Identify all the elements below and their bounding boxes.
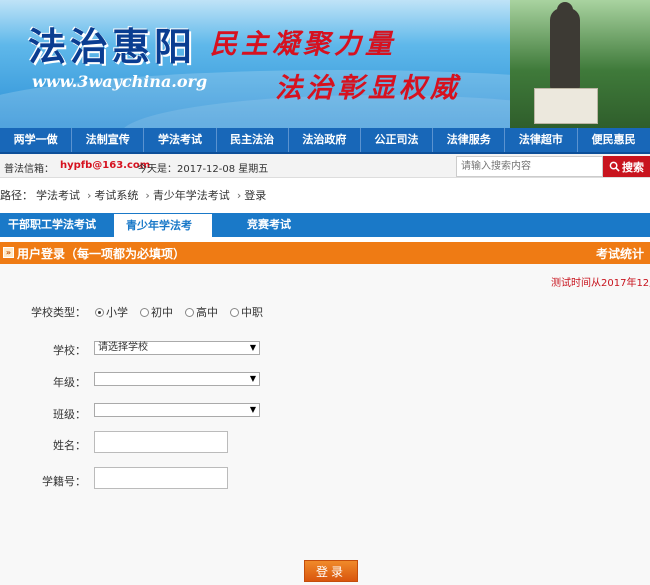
site-logo[interactable]: 法治惠阳 [28, 16, 196, 71]
radio-dot[interactable] [230, 307, 239, 317]
tab-staff-exam[interactable]: 干部职工学法考试 [0, 213, 113, 237]
statue-pedestal [534, 88, 598, 124]
search-icon [609, 161, 620, 172]
nav-item[interactable]: 法制宣传 [72, 128, 145, 152]
class-select[interactable]: ▼ [94, 403, 260, 417]
breadcrumb-item[interactable]: 青少年学法考试 [153, 189, 230, 202]
nav-item[interactable]: 民主法治 [217, 128, 289, 152]
dropdown-arrow-icon: ▼ [249, 374, 256, 383]
grade-label: 年级： [53, 376, 86, 389]
radio-junior-high[interactable]: 初中 [140, 304, 173, 320]
radio-senior-high[interactable]: 高中 [185, 304, 218, 320]
nav-item[interactable]: 学法考试 [144, 128, 217, 152]
statue-figure [550, 8, 580, 90]
school-label: 学校： [53, 344, 86, 357]
radio-label: 中职 [241, 306, 263, 319]
search-button-label: 搜索 [622, 160, 644, 174]
breadcrumb-item[interactable]: 考试系统 [94, 189, 138, 202]
nav-item[interactable]: 法治政府 [289, 128, 361, 152]
radio-dot[interactable] [140, 307, 149, 317]
grade-select[interactable]: ▼ [94, 372, 260, 386]
name-label: 姓名： [53, 439, 86, 452]
dropdown-arrow-icon: ▼ [249, 405, 256, 414]
chevron-right-icon: › [145, 189, 150, 202]
radio-primary-school[interactable]: 小学 [95, 304, 128, 320]
info-bar: 普法信箱： hypfb@163.com 今天是：2017-12-08 星期五 搜… [0, 154, 650, 178]
banner-slogan: 法治彰显权威 [275, 73, 461, 104]
breadcrumb: 路径： 学法考试 › 考试系统 › 青少年学法考试 › 登录 [0, 187, 269, 203]
main-nav: 两学一做 法制宣传 学法考试 民主法治 法治政府 公正司法 法律服务 法律超市 … [0, 128, 650, 154]
section-title: 用户登录（每一项都为必填项） [17, 247, 186, 261]
tab-competition[interactable]: 竞赛考试 [213, 213, 303, 237]
today-date: 今天是：2017-12-08 星期五 [137, 164, 269, 175]
school-select-value: 请选择学校 [98, 342, 148, 353]
tab-youth-exam[interactable]: 青少年学法考试 [113, 213, 213, 256]
site-banner: 法治惠阳 www.3waychina.org 民主凝聚力量 法治彰显权威 [0, 0, 650, 128]
student-id-label: 学籍号： [42, 475, 86, 488]
mailbox-label: 普法信箱： [4, 164, 54, 175]
exam-tabs: 干部职工学法考试 青少年学法考试 竞赛考试 [0, 213, 650, 256]
nav-item[interactable]: 法律服务 [433, 128, 506, 152]
breadcrumb-prefix: 路径： [0, 189, 33, 202]
student-id-input[interactable] [94, 467, 228, 489]
site-url: www.3waychina.org [32, 72, 208, 91]
login-section-header: » 用户登录（每一项都为必填项） 考试统计 [0, 242, 650, 264]
radio-dot[interactable] [95, 307, 104, 317]
nav-item[interactable]: 两学一做 [0, 128, 73, 152]
login-form: 测试时间从2017年12月 学校类型： 小学 初中 高中 中职 学校： 请选择学… [0, 264, 650, 585]
name-input[interactable] [94, 431, 228, 453]
breadcrumb-item[interactable]: 学法考试 [36, 189, 80, 202]
login-button[interactable]: 登录 [304, 560, 358, 582]
radio-label: 高中 [196, 306, 218, 319]
school-type-radio-group: 小学 初中 高中 中职 [95, 304, 263, 320]
school-select[interactable]: 请选择学校 ▼ [94, 341, 260, 355]
section-flag-icon: » [3, 247, 14, 258]
chevron-right-icon: › [87, 189, 92, 202]
nav-item[interactable]: 便民惠民 [578, 128, 650, 152]
nav-item[interactable]: 法律超市 [505, 128, 578, 152]
search-input[interactable] [456, 156, 603, 177]
exam-stats-link[interactable]: 考试统计 [596, 245, 644, 262]
breadcrumb-item: 登录 [244, 189, 267, 202]
radio-vocational[interactable]: 中职 [230, 304, 263, 320]
radio-dot[interactable] [185, 307, 194, 317]
statue-image [510, 0, 650, 128]
class-label: 班级： [53, 408, 86, 421]
nav-item[interactable]: 公正司法 [361, 128, 434, 152]
banner-slogan: 民主凝聚力量 [210, 29, 396, 60]
radio-label: 初中 [151, 306, 173, 319]
exam-time-notice: 测试时间从2017年12月 [551, 278, 650, 289]
search-button[interactable]: 搜索 [603, 156, 650, 177]
school-type-label: 学校类型： [31, 306, 86, 319]
chevron-right-icon: › [236, 189, 242, 202]
dropdown-arrow-icon: ▼ [249, 343, 256, 352]
radio-label: 小学 [106, 306, 128, 319]
